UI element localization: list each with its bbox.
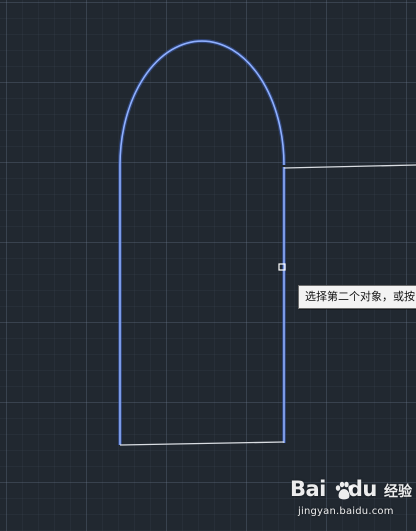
selected-polyline[interactable] <box>119 40 285 445</box>
baidu-logo-bai: Bai <box>290 477 326 501</box>
selected-polyline-glow <box>118 39 286 445</box>
watermark-url: jingyan.baidu.com <box>298 506 394 517</box>
paw-icon <box>335 481 353 500</box>
right-horizontal-line[interactable] <box>283 164 416 169</box>
bottom-line[interactable] <box>119 441 285 446</box>
jingyan-label: 经验 <box>384 484 412 500</box>
baidu-jingyan-watermark: Bai du 经验 jingyan.baidu.com <box>290 477 414 525</box>
cad-drawing <box>118 39 416 446</box>
command-prompt-tooltip: 选择第二个对象，或按 <box>298 285 416 309</box>
command-prompt-text: 选择第二个对象，或按 <box>305 290 415 303</box>
cad-drawing-canvas[interactable]: 选择第二个对象，或按 Bai du 经验 jingyan.baidu.com <box>0 0 416 531</box>
